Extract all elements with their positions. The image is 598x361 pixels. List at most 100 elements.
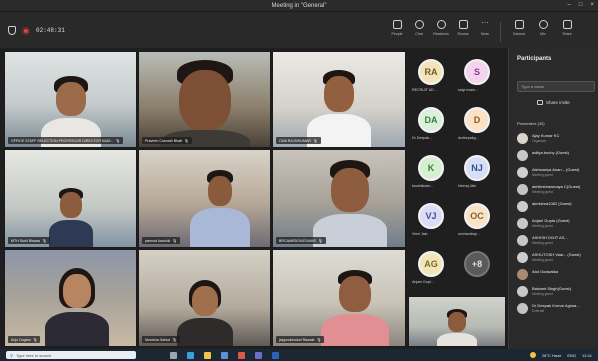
- share-button[interactable]: Share: [556, 18, 578, 44]
- list-item[interactable]: akmishra1082 (Guest): [515, 198, 598, 215]
- video-tile[interactable]: MTH Sunil Biswas 🎙: [4, 149, 137, 248]
- avatar: RA: [418, 59, 444, 85]
- language-indicator[interactable]: ENG: [567, 353, 576, 358]
- clock[interactable]: 12:41: [582, 353, 592, 358]
- minimize-icon[interactable]: –: [568, 2, 571, 8]
- avatar: +8: [464, 251, 490, 277]
- participant-avatar[interactable]: AG Anjani Gupt...: [412, 245, 452, 289]
- taskbar-search-placeholder: Type here to search: [15, 352, 52, 358]
- participant-avatar[interactable]: OC occhandrap...: [458, 197, 498, 241]
- list-item[interactable]: akhileshrawmaya C(Guest) Meeting guest: [515, 181, 598, 198]
- avatar: [517, 286, 528, 297]
- list-item[interactable]: Balwant Singh(Guest) Meeting guest: [515, 283, 598, 300]
- avatar-caption: dcdeepakg...: [458, 136, 479, 140]
- avatar: [517, 133, 528, 144]
- video-tile[interactable]: jaigurukenduri Rawale 🎙: [272, 249, 406, 347]
- participant-role: External: [532, 309, 545, 313]
- participant-role: Meeting guest: [532, 258, 553, 262]
- video-tile[interactable]: OFFICE STAFF SELECTION PROFESSOR DIRECTO…: [4, 51, 137, 148]
- share-invite-icon: [537, 100, 543, 105]
- word-icon[interactable]: [272, 351, 279, 359]
- chat-button[interactable]: Chat: [408, 18, 430, 44]
- video-tile[interactable]: CMA RAJIVKUMAR 🎙: [272, 51, 406, 148]
- reactions-button[interactable]: Reactions: [430, 18, 452, 44]
- participant-video: [176, 280, 233, 346]
- share-button-label: Share: [562, 32, 572, 36]
- avatar: AG: [418, 251, 444, 277]
- file-explorer-icon[interactable]: [204, 351, 211, 359]
- video-tile[interactable]: Praveen Cuknath Bhatt 🎙: [138, 51, 271, 148]
- participant-name: akhileshrawmaya C(Guest): [532, 184, 581, 189]
- participant-name-tag: CMA RAJIVKUMAR 🎙: [276, 137, 321, 144]
- participant-avatar[interactable]: S saiyr.exam...: [458, 53, 498, 97]
- participant-avatar[interactable]: VJ Vinni Jain: [412, 197, 452, 241]
- list-item[interactable]: aditya.bochy (Guest): [515, 147, 598, 164]
- avatar: [517, 269, 528, 280]
- share-icon: [562, 20, 572, 29]
- window-controls: – □ ×: [568, 2, 594, 8]
- video-tile[interactable]: BRCAMRDGK/EXAMS 🎙: [272, 149, 406, 248]
- avatar: [517, 235, 528, 246]
- chat-icon: [414, 20, 424, 29]
- rooms-button-label: Rooms: [457, 32, 469, 36]
- list-item[interactable]: ASHUTOSH Vaai... (Guest) Meeting guest: [515, 249, 598, 266]
- avatar: S: [464, 59, 490, 85]
- participant-avatar[interactable]: K kaushikram...: [412, 149, 452, 193]
- more-participants-button[interactable]: +8: [458, 245, 498, 289]
- task-view-icon[interactable]: [170, 351, 177, 359]
- mic-icon: 🎙: [32, 337, 38, 342]
- title-bar: Meeting in "General" – □ ×: [0, 0, 598, 12]
- list-item[interactable]: Aishwariya Anan... (Guest) Meeting guest: [515, 164, 598, 181]
- mic-button[interactable]: Mic: [532, 18, 554, 44]
- mic-icon: 🎙: [184, 138, 189, 143]
- list-item[interactable]: Dr Deepak Kumar Agrwa... External: [515, 300, 598, 317]
- people-button[interactable]: People: [386, 18, 408, 44]
- maximize-icon[interactable]: □: [579, 2, 583, 8]
- panel-title: Participants: [517, 56, 552, 62]
- participant-avatar[interactable]: DA Dr Deepak...: [412, 101, 452, 145]
- list-item[interactable]: Atul Godwatka: [515, 266, 598, 283]
- video-tile[interactable]: Anju Dugtan 🎙: [4, 249, 137, 347]
- weather-text[interactable]: 26°C Haze: [542, 353, 561, 358]
- video-tile[interactable]: parmod kaushik 🎙: [138, 149, 271, 248]
- rooms-button[interactable]: Rooms: [452, 18, 474, 44]
- avatar-caption: kaushikram...: [412, 184, 434, 188]
- participant-list: Ajay Kumar KC Organizer aditya.bochy (Gue…: [515, 130, 598, 317]
- participant-name: Atul Godwatka: [532, 269, 559, 274]
- participant-name: OFFICE STAFF SELECTION PROFESSOR DIRECTO…: [11, 138, 114, 143]
- mic-icon: 🎙: [172, 337, 177, 342]
- participant-search-input[interactable]: Type a name: [517, 81, 595, 92]
- video-grid: OFFICE STAFF SELECTION PROFESSOR DIRECTO…: [4, 51, 406, 347]
- self-view-video[interactable]: [408, 296, 506, 347]
- camera-button[interactable]: Camera: [508, 18, 530, 44]
- participant-name-tag: jaigurukenduri Rawale 🎙: [276, 336, 325, 343]
- presenters-section-header[interactable]: Presenters (33): [517, 121, 545, 126]
- participant-name: parmod kaushik: [145, 238, 171, 243]
- participant-name: jaigurukenduri Rawale: [279, 337, 315, 342]
- system-tray: 26°C Haze ENG 12:41: [529, 352, 592, 358]
- list-item[interactable]: Ajay Kumar KC Organizer: [515, 130, 598, 147]
- store-icon[interactable]: [221, 351, 228, 359]
- participant-avatar[interactable]: D dcdeepakg...: [458, 101, 498, 145]
- participant-name: BRCAMRDGK/EXAMS: [279, 238, 316, 243]
- avatar-caption: Dr Deepak...: [412, 136, 433, 140]
- taskbar-search-input[interactable]: ⚲ Type here to search: [6, 351, 136, 359]
- video-tile[interactable]: Monisha Gahlot 🎙: [138, 249, 271, 347]
- edge-icon[interactable]: [187, 351, 194, 359]
- share-invite-button[interactable]: Share invite: [537, 100, 570, 105]
- more-icon: ···: [481, 18, 489, 27]
- participant-avatar[interactable]: NJ Neeraj Jain: [458, 149, 498, 193]
- participant-video: [307, 66, 371, 147]
- list-item[interactable]: Anjani Gupta (Guest) Meeting guest: [515, 215, 598, 232]
- avatar: [517, 303, 528, 314]
- list-item[interactable]: ASHISH DIXIT AS... Meeting guest: [515, 232, 598, 249]
- participant-name: Dr Deepak Kumar Agrwa...: [532, 303, 580, 308]
- participant-name-tag: parmod kaushik 🎙: [142, 237, 180, 244]
- teams-meeting-window: Meeting in "General" – □ × 02:48:31 Peop…: [0, 0, 598, 361]
- participant-avatar[interactable]: RA RECRUIT AD...: [412, 53, 452, 97]
- chrome-icon[interactable]: [238, 351, 245, 359]
- teams-icon[interactable]: [255, 351, 262, 359]
- more-button[interactable]: ··· More: [474, 18, 496, 44]
- participant-name: aditya.bochy (Guest): [532, 150, 569, 155]
- close-icon[interactable]: ×: [590, 2, 594, 8]
